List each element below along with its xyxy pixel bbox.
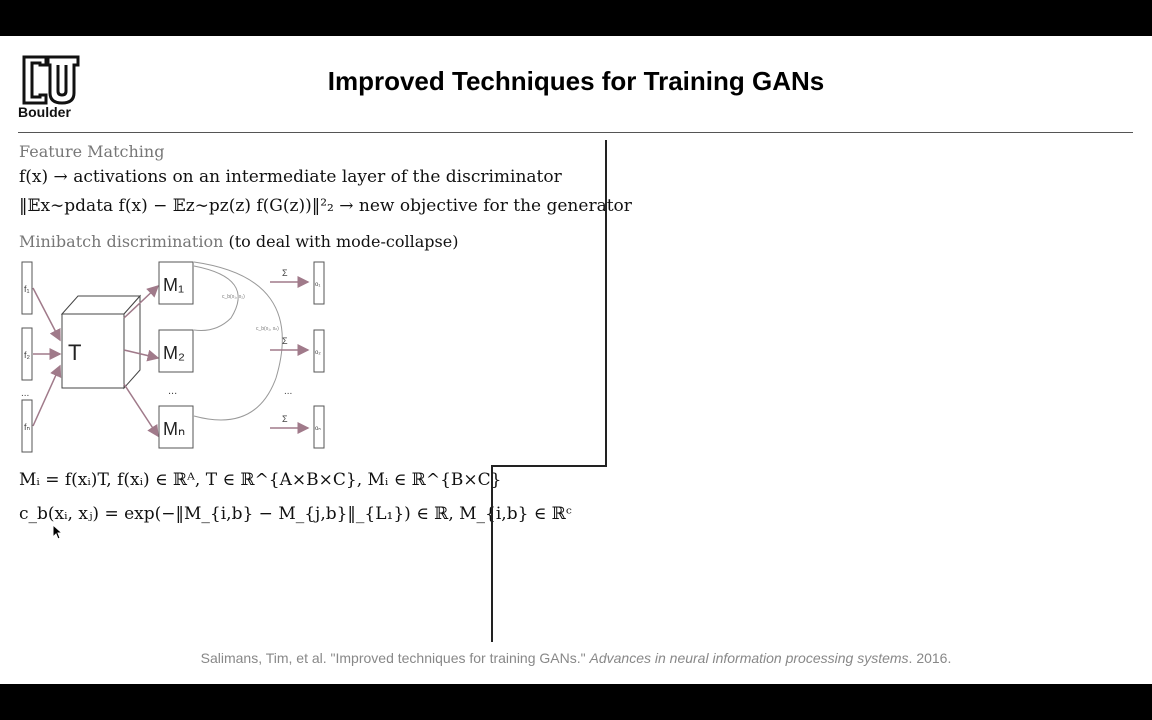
- feature-matching-line-1: f(x) → activations on an intermediate la…: [19, 167, 562, 187]
- input-label-2: f₂: [24, 350, 31, 360]
- citation-authors-title: Salimans, Tim, et al. "Improved techniqu…: [200, 650, 586, 666]
- equation-m-definition: Mᵢ = f(xᵢ)T, f(xᵢ) ∈ ℝᴬ, T ∈ ℝ^{A×B×C}, …: [19, 470, 502, 490]
- title-divider: [18, 132, 1133, 133]
- output-label-n: oₙ: [315, 426, 321, 432]
- logo-text: Boulder: [18, 104, 71, 120]
- minibatch-diagram: f₁ f₂ ... fₙ T M₁ M₂ ... Mₙ c_b(x₁, x₂) …: [21, 261, 325, 453]
- annotation-panel-border-right: [605, 140, 607, 466]
- citation-venue: Advances in neural information processin…: [589, 650, 909, 666]
- input-ellipsis: ...: [21, 388, 29, 399]
- arrow-input-n: [32, 364, 62, 427]
- input-label-n: fₙ: [24, 422, 31, 432]
- equation-c-definition: c_b(xᵢ, xⱼ) = exp(−‖M_{i,b} − M_{j,b}‖_{…: [19, 504, 572, 524]
- output-label-2: o₂: [315, 350, 321, 356]
- arc-label-1: c_b(x₁, x₂): [222, 294, 245, 300]
- minibatch-heading: Minibatch discrimination: [19, 232, 224, 251]
- output-label-1: o₁: [315, 282, 320, 288]
- arc-label-2: c_b(x₁, xₙ): [256, 326, 279, 332]
- arrow-input-1: [32, 287, 61, 342]
- sum-symbol-2: Σ: [282, 336, 288, 346]
- matrix-label-1: M₁: [163, 275, 184, 295]
- citation: Salimans, Tim, et al. "Improved techniqu…: [0, 650, 1152, 666]
- slide-title: Improved Techniques for Training GANs: [327, 66, 825, 96]
- arrow-T-Mn: [123, 383, 159, 438]
- matrix-label-n: Mₙ: [163, 419, 185, 439]
- feature-matching-heading: Feature Matching: [19, 142, 165, 161]
- feature-matching-line-2: ‖𝔼x∼pdata f(x) − 𝔼z∼pz(z) f(G(z))‖²₂ → n…: [19, 196, 632, 216]
- slide: Boulder Improved Techniques for Training…: [0, 36, 1152, 684]
- minibatch-note: (to deal with mode-collapse): [228, 232, 459, 251]
- arc-M1-Mn: [193, 261, 283, 421]
- annotation-panel-border-lower: [491, 465, 493, 642]
- matrix-ellipsis: ...: [168, 385, 177, 397]
- matrix-label-2: M₂: [163, 343, 185, 363]
- sum-symbol-1: Σ: [282, 268, 288, 278]
- input-label-1: f₁: [24, 284, 30, 294]
- sum-ellipsis: ...: [284, 386, 292, 397]
- sum-symbol-n: Σ: [282, 414, 288, 424]
- annotation-panel-border-step: [492, 465, 607, 467]
- mouse-cursor-icon: [52, 524, 64, 540]
- citation-year: . 2016.: [908, 650, 952, 666]
- tensor-label: T: [68, 340, 81, 365]
- minibatch-heading-row: Minibatch discrimination (to deal with m…: [19, 232, 458, 251]
